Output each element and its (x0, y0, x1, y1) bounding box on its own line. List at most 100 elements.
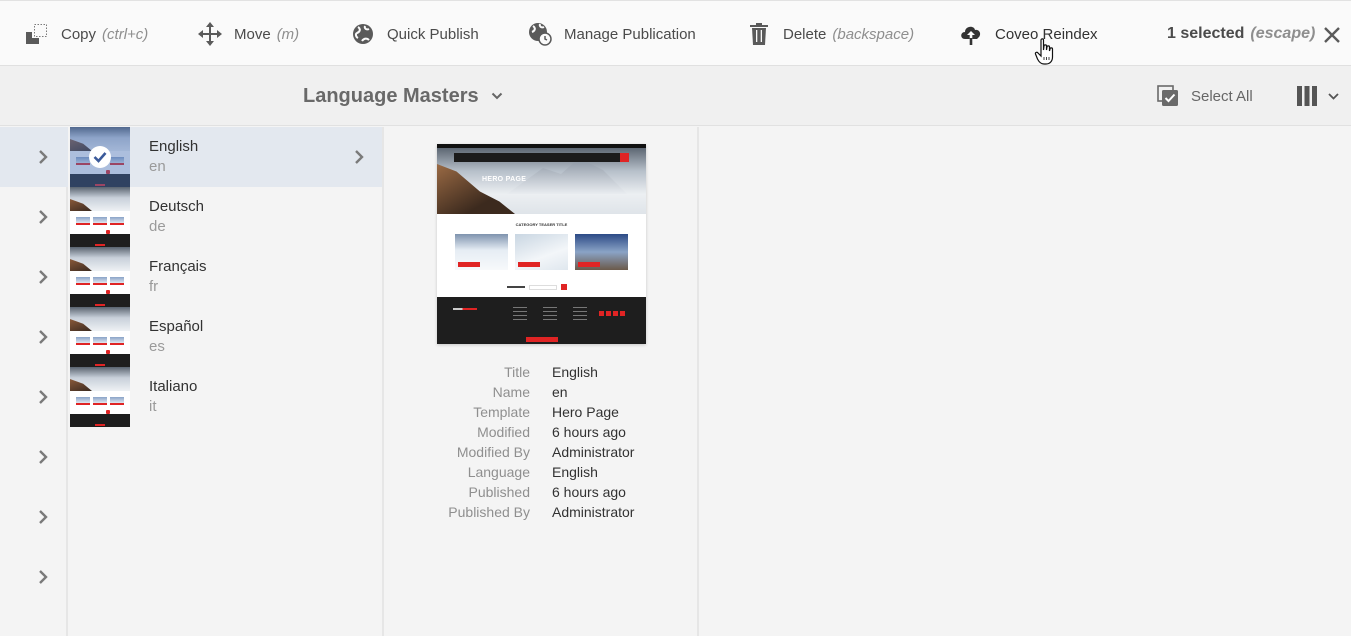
item-text: Italiano it (149, 377, 197, 417)
item-text: English en (149, 137, 198, 177)
item-name: it (149, 398, 157, 415)
chevron-right-icon (39, 570, 48, 584)
chevron-right-icon (39, 450, 48, 464)
metadata-value: 6 hours ago (552, 484, 626, 500)
checkmark-icon (89, 146, 111, 168)
chevron-down-icon (1328, 92, 1339, 100)
language-column: English en Deutsch de Français fr Español es Ita… (70, 127, 384, 636)
item-title: Español (149, 318, 204, 335)
parent-column-row[interactable] (0, 547, 68, 607)
item-text: Deutsch de (149, 197, 204, 237)
item-thumbnail[interactable] (70, 247, 130, 307)
parent-column-row[interactable] (0, 307, 68, 367)
item-title: Français (149, 258, 207, 275)
column-view-icon (1297, 86, 1317, 106)
metadata-row: Published 6 hours ago (386, 482, 699, 502)
parent-column (0, 127, 68, 636)
language-item[interactable]: Français fr (70, 247, 382, 307)
item-name: en (149, 158, 166, 175)
move-label: Move (234, 25, 271, 43)
language-item[interactable]: English en (70, 127, 382, 187)
item-name: es (149, 338, 165, 355)
parent-column-row[interactable] (0, 487, 68, 547)
metadata-label: Name (492, 384, 530, 400)
metadata-row: Title English (386, 362, 699, 382)
item-thumbnail[interactable] (70, 367, 130, 427)
coveo-reindex-button[interactable]: Coveo Reindex (958, 1, 1098, 67)
select-all-button[interactable]: Select All (1157, 66, 1253, 126)
globe-icon (350, 21, 376, 47)
item-thumbnail[interactable] (70, 187, 130, 247)
metadata-value: Hero Page (552, 404, 619, 420)
preview-column: HERO PAGE CATEGORY TEASER TITLE Title Eng… (386, 127, 699, 636)
metadata-label: Template (473, 404, 530, 420)
selection-count: 1 selected (escape) (1167, 1, 1315, 67)
preview-find-store (507, 284, 577, 290)
trash-icon (746, 21, 772, 47)
metadata-row: Name en (386, 382, 699, 402)
chevron-right-icon (39, 210, 48, 224)
selection-count-label: 1 selected (1167, 25, 1245, 42)
copy-label: Copy (61, 25, 97, 43)
preview-footer (437, 297, 646, 344)
metadata-label: Title (504, 364, 530, 380)
item-name: fr (149, 278, 159, 295)
page-thumbnail-preview: HERO PAGE CATEGORY TEASER TITLE (437, 144, 646, 344)
metadata-row: Modified 6 hours ago (386, 422, 699, 442)
item-text: Français fr (149, 257, 207, 297)
item-text: Español es (149, 317, 203, 357)
empty-column (701, 127, 1351, 636)
copy-shortcut-hint: (ctrl+c) (102, 25, 149, 43)
delete-shortcut-hint: (backspace) (832, 25, 915, 43)
chevron-right-icon[interactable] (354, 149, 364, 165)
exit-selection-button[interactable] (1322, 24, 1342, 46)
chevron-right-icon (39, 510, 48, 524)
delete-button[interactable]: Delete (backspace) (746, 1, 914, 67)
parent-column-row[interactable] (0, 427, 68, 487)
quick-publish-button[interactable]: Quick Publish (350, 1, 479, 67)
preview-nav (454, 153, 629, 162)
item-name: de (149, 218, 166, 235)
item-thumbnail[interactable] (70, 307, 130, 367)
item-title: English (149, 138, 199, 155)
chevron-right-icon (39, 270, 48, 284)
globe-clock-icon (527, 21, 553, 47)
metadata-row: Template Hero Page (386, 402, 699, 422)
parent-column-row[interactable] (0, 187, 68, 247)
metadata-value: Administrator (552, 444, 635, 460)
item-title: Italiano (149, 378, 198, 395)
metadata-row: Modified By Administrator (386, 442, 699, 462)
metadata-value: English (552, 364, 598, 380)
manage-publication-button[interactable]: Manage Publication (527, 1, 696, 67)
move-button[interactable]: Move (m) (197, 1, 299, 67)
title-dropdown[interactable]: Language Masters (303, 66, 503, 126)
language-item[interactable]: Deutsch de (70, 187, 382, 247)
metadata-value: Administrator (552, 504, 635, 520)
chevron-right-icon (39, 390, 48, 404)
manage-publication-label: Manage Publication (564, 25, 696, 43)
select-all-label: Select All (1191, 87, 1253, 105)
language-item[interactable]: Italiano it (70, 367, 382, 427)
parent-column-row[interactable] (0, 367, 68, 427)
language-item[interactable]: Español es (70, 307, 382, 367)
quick-publish-label: Quick Publish (387, 25, 479, 43)
metadata-label: Modified (477, 424, 530, 440)
item-thumbnail[interactable] (70, 127, 130, 187)
parent-column-row[interactable] (0, 127, 68, 187)
metadata-value: English (552, 464, 598, 480)
metadata-label: Published By (448, 504, 530, 520)
preview-hero-text: HERO PAGE (482, 176, 527, 183)
chevron-right-icon (39, 150, 48, 164)
parent-column-row[interactable] (0, 247, 68, 307)
close-icon (1324, 27, 1340, 43)
metadata-value: en (552, 384, 568, 400)
cloud-upload-icon (958, 21, 984, 47)
selection-escape-hint: (escape) (1250, 25, 1316, 42)
metadata-value: 6 hours ago (552, 424, 626, 440)
preview-hero: HERO PAGE (437, 148, 646, 214)
delete-label: Delete (783, 25, 827, 43)
item-title: Deutsch (149, 198, 205, 215)
view-switcher[interactable] (1296, 66, 1339, 126)
select-all-icon (1157, 85, 1178, 106)
copy-button[interactable]: Copy (ctrl+c) (24, 1, 148, 67)
